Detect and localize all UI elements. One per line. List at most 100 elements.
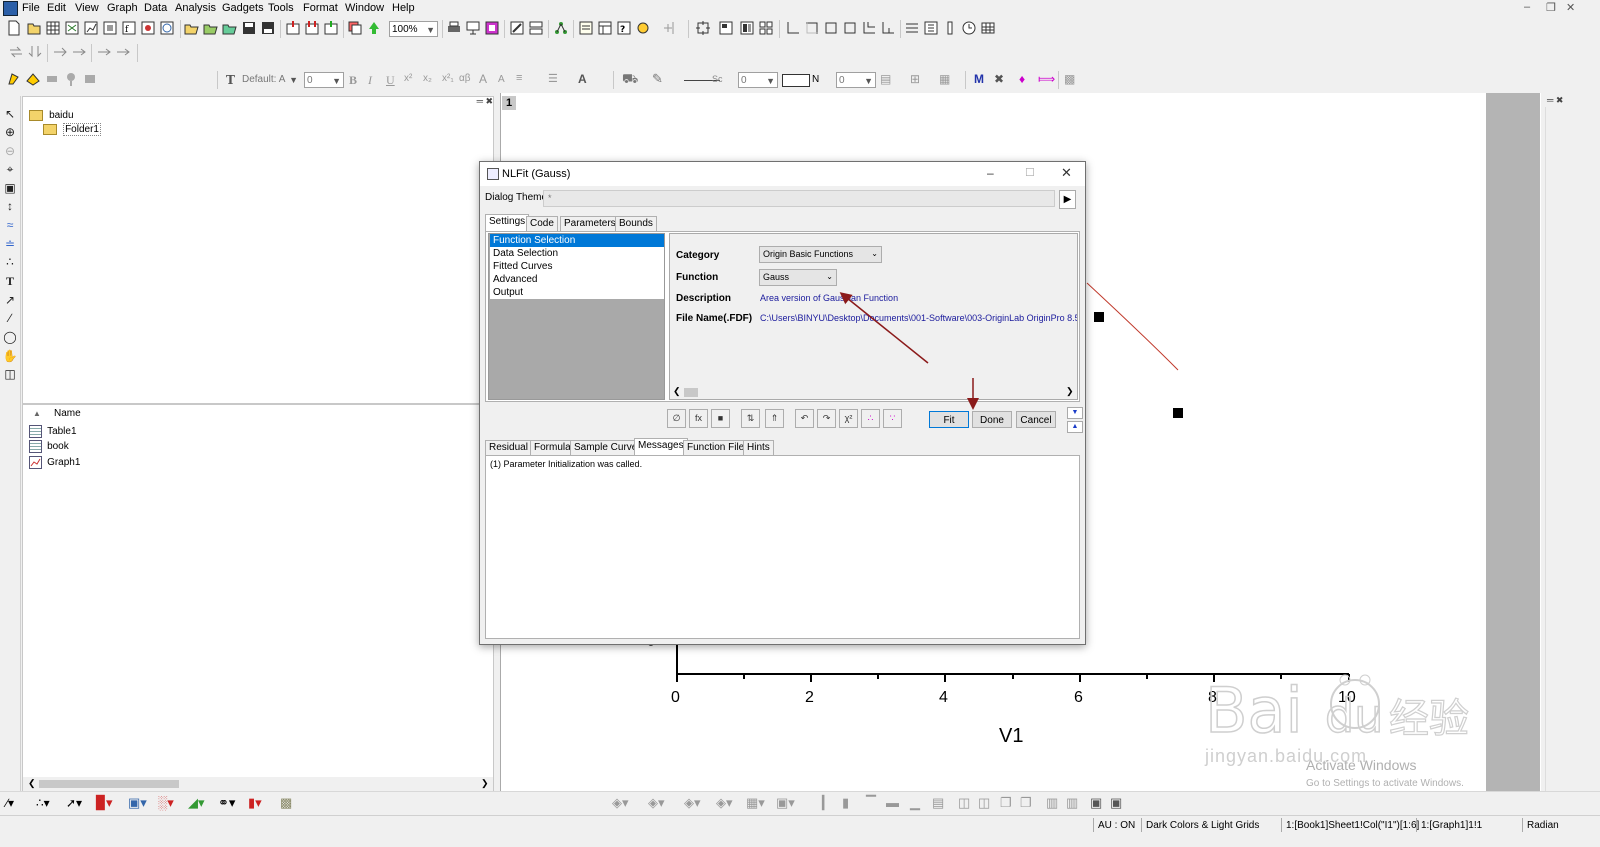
3d-wire-icon[interactable]: ◈▾: [716, 795, 733, 811]
template-library-icon[interactable]: ▩: [280, 795, 292, 811]
fill-pattern-sample[interactable]: [782, 74, 810, 87]
scroll-thumb[interactable]: [39, 780, 179, 788]
menu-help[interactable]: Help: [392, 2, 415, 14]
tab-formula[interactable]: Formula: [530, 440, 575, 455]
gadget-icon[interactable]: ▩: [1064, 72, 1075, 86]
list-item[interactable]: Table1: [29, 425, 77, 438]
screen-reader-icon[interactable]: ⌖: [2, 161, 18, 177]
save-icon[interactable]: ■: [711, 409, 730, 428]
data-reader-tool-icon[interactable]: ▣: [2, 180, 18, 196]
image-plot-icon[interactable]: ▣▾: [776, 795, 795, 811]
align-middle-icon[interactable]: ▬: [886, 795, 899, 810]
region-tool-icon[interactable]: ◫: [2, 366, 18, 382]
font-name-combo[interactable]: Default: A ▼: [240, 72, 300, 88]
line-plot-icon[interactable]: ∕▾: [6, 796, 14, 810]
print-icon[interactable]: [446, 20, 462, 36]
menu-tools[interactable]: Tools: [268, 2, 294, 14]
scatter-plot-icon[interactable]: ∴▾: [36, 796, 50, 810]
new-notes-icon[interactable]: [159, 20, 175, 36]
close-icon[interactable]: ✕: [1061, 165, 1072, 181]
new-matrix-icon[interactable]: [102, 20, 118, 36]
scroll-right-icon[interactable]: ❯: [1066, 386, 1074, 397]
dialog-theme-combo[interactable]: *: [543, 190, 1055, 207]
add-column-icon[interactable]: [660, 20, 676, 36]
duplicate-icon[interactable]: [347, 20, 363, 36]
vertical-scrollbar[interactable]: [1545, 107, 1560, 791]
layer-grid-icon[interactable]: [758, 20, 774, 36]
collapse-up-icon[interactable]: ▲: [1067, 421, 1083, 433]
increase-font-icon[interactable]: A: [479, 72, 487, 86]
set-as-x-icon[interactable]: [96, 44, 112, 60]
data-reader-icon[interactable]: [82, 71, 98, 87]
list-item[interactable]: Graph1: [29, 456, 80, 469]
group-icon[interactable]: ◫: [958, 795, 970, 811]
command-window-icon[interactable]: [578, 20, 594, 36]
menu-window[interactable]: Window: [345, 2, 384, 14]
panel-horizontal-scrollbar[interactable]: ❮ ❯: [670, 386, 1077, 399]
import-wizard-icon[interactable]: [323, 20, 339, 36]
function-select[interactable]: Gauss ⌄: [759, 269, 837, 286]
pointer-icon[interactable]: ↖: [2, 106, 18, 122]
forward-icon[interactable]: ▥: [1046, 795, 1058, 811]
zoom-combo[interactable]: 100% ▼: [389, 21, 438, 37]
nav-item-fitted-curves[interactable]: Fitted Curves: [490, 260, 664, 273]
collapse-down-icon[interactable]: ▼: [1067, 407, 1083, 419]
open-icon[interactable]: [184, 20, 200, 36]
fit-until-converged-icon[interactable]: ∅: [667, 409, 686, 428]
nav-item-advanced[interactable]: Advanced: [490, 273, 664, 286]
nav-item-output[interactable]: Output: [490, 286, 664, 299]
menu-data[interactable]: Data: [144, 2, 167, 14]
unmerge-icon[interactable]: ✖: [994, 72, 1004, 86]
pane-close-icon[interactable]: ═ ✖: [1547, 95, 1563, 106]
draw-data-icon[interactable]: ∴: [2, 254, 18, 270]
tab-messages[interactable]: Messages: [634, 438, 688, 455]
new-folder-icon[interactable]: [26, 20, 42, 36]
table-icon[interactable]: [980, 20, 996, 36]
sort-icon[interactable]: ⇅: [741, 409, 760, 428]
one-iteration-icon[interactable]: ∴: [861, 409, 880, 428]
bar-chart-icon[interactable]: ░▾: [158, 795, 174, 811]
line-symbol-plot-icon[interactable]: ➚▾: [66, 796, 82, 810]
axis-frame-icon[interactable]: [842, 20, 858, 36]
3d-scatter-icon[interactable]: ◈▾: [684, 795, 701, 811]
import-single-ascii-icon[interactable]: [285, 20, 301, 36]
parameter-icon[interactable]: ⇑: [765, 409, 784, 428]
worksheet-format-icon[interactable]: [904, 20, 920, 36]
align-left-icon[interactable]: ▎: [822, 795, 832, 811]
tab-sample-curve[interactable]: Sample Curve: [570, 440, 642, 455]
text-tool-icon[interactable]: T: [2, 273, 18, 289]
refresh-icon[interactable]: [509, 20, 525, 36]
x-axis-title[interactable]: V1: [999, 725, 1023, 748]
project-explorer-icon[interactable]: [528, 20, 544, 36]
highlight-icon[interactable]: [6, 71, 22, 87]
font-type-icon[interactable]: T: [224, 71, 240, 87]
line-color-icon[interactable]: ✎: [652, 71, 663, 87]
menu-graph[interactable]: Graph: [107, 2, 138, 14]
superscript-icon[interactable]: x²: [404, 73, 412, 84]
import-multiple-ascii-icon[interactable]: [304, 20, 320, 36]
copy-page-icon[interactable]: [484, 20, 500, 36]
dialog-title-bar[interactable]: NLFit (Gauss) – ☐ ✕: [480, 162, 1085, 186]
area-plot-icon[interactable]: ◢▾: [188, 795, 205, 811]
save-template-icon[interactable]: [260, 20, 276, 36]
category-select[interactable]: Origin Basic Functions ⌄: [759, 246, 882, 263]
data-selector-icon[interactable]: ↕: [2, 198, 18, 214]
minimize-icon[interactable]: –: [1524, 1, 1530, 13]
graph-template-icon[interactable]: ▣▾: [128, 795, 147, 811]
clock-icon[interactable]: [961, 20, 977, 36]
layer-top-icon[interactable]: [718, 20, 734, 36]
align-icon[interactable]: ≡: [516, 72, 522, 84]
regional-mask-icon[interactable]: ≐: [2, 236, 18, 252]
hand-tool-icon[interactable]: ✋: [2, 348, 18, 364]
results-log-icon[interactable]: [553, 20, 569, 36]
origin-app-icon[interactable]: [3, 1, 18, 16]
list-header-name[interactable]: Name: [54, 408, 81, 419]
new-workbook-icon[interactable]: [45, 20, 61, 36]
tree-root[interactable]: baidu: [29, 109, 74, 121]
save-project-icon[interactable]: [241, 20, 257, 36]
supersub-icon[interactable]: x²₁: [442, 73, 454, 84]
axis-top-right-icon[interactable]: [804, 20, 820, 36]
data-point[interactable]: [1094, 312, 1104, 322]
fit-button[interactable]: Fit: [929, 411, 969, 428]
polar-plot-icon[interactable]: ⚭▾: [218, 795, 235, 811]
